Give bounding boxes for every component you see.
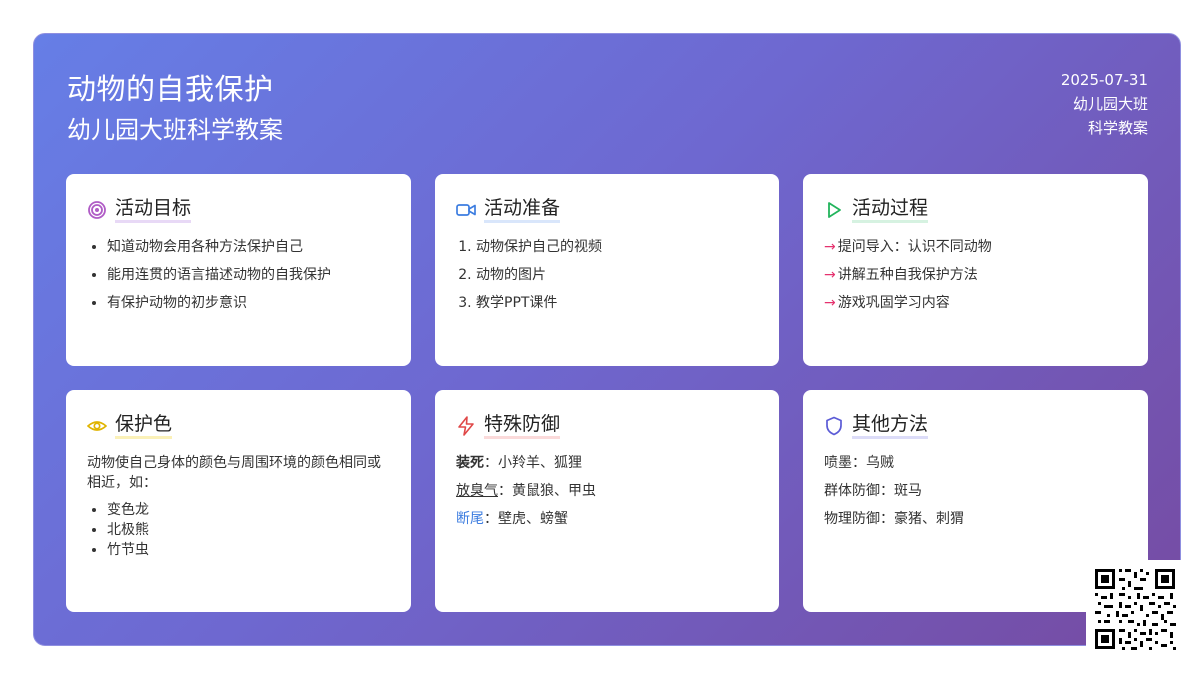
qr-code-icon <box>1086 560 1182 656</box>
header-meta: 2025-07-31 幼儿园大班 科学教案 <box>1061 68 1148 140</box>
card-goals-title: 活动目标 <box>115 196 192 223</box>
list-item: 变色龙 <box>107 500 391 520</box>
goals-list: 知道动物会用各种方法保护自己 能用连贯的语言描述动物的自我保护 有保护动物的初步… <box>87 237 391 313</box>
defense-row: 装死：小羚羊、狐狸 <box>456 455 582 471</box>
process-step: → 讲解五种自我保护方法 <box>824 267 978 283</box>
page-subtitle: 幼儿园大班科学教案 <box>67 116 283 144</box>
card-process-title: 活动过程 <box>852 196 929 223</box>
card-camouflage-title: 保护色 <box>115 412 173 439</box>
subject-label: 科学教案 <box>1087 119 1148 137</box>
camouflage-list: 变色龙 北极熊 竹节虫 <box>87 500 391 560</box>
shield-icon <box>824 416 844 436</box>
list-item: 能用连贯的语言描述动物的自我保护 <box>107 265 391 285</box>
card-defense: 特殊防御 装死：小羚羊、狐狸 放臭气：黄鼠狼、甲虫 断尾：壁虎、螃蟹 <box>435 390 779 612</box>
date-label: 2025-07-31 <box>1060 71 1148 89</box>
card-other-title: 其他方法 <box>852 412 929 439</box>
defense-row: 放臭气：黄鼠狼、甲虫 <box>456 483 596 499</box>
card-goals: 活动目标 知道动物会用各种方法保护自己 能用连贯的语言描述动物的自我保护 有保护… <box>66 174 411 366</box>
list-item: 动物的图片 <box>476 265 759 285</box>
card-prep: 活动准备 动物保护自己的视频 动物的图片 教学PPT课件 <box>435 174 779 366</box>
list-item: 北极熊 <box>107 520 391 540</box>
video-icon <box>456 200 476 220</box>
page-title: 动物的自我保护 <box>67 72 274 106</box>
list-item: 竹节虫 <box>107 540 391 560</box>
process-step: → 游戏巩固学习内容 <box>824 295 950 311</box>
other-row: 群体防御：斑马 <box>824 483 922 499</box>
play-icon <box>824 200 844 220</box>
card-prep-title: 活动准备 <box>484 196 561 223</box>
list-item: 教学PPT课件 <box>476 293 759 313</box>
prep-list: 动物保护自己的视频 动物的图片 教学PPT课件 <box>456 237 759 313</box>
list-item: 动物保护自己的视频 <box>476 237 759 257</box>
card-defense-title: 特殊防御 <box>484 412 561 439</box>
grade-label: 幼儿园大班 <box>1072 95 1148 113</box>
other-row: 物理防御：豪猪、刺猬 <box>824 511 964 527</box>
arrow-icon: → <box>824 239 836 255</box>
other-row: 喷墨：乌贼 <box>824 455 894 471</box>
arrow-icon: → <box>824 267 836 283</box>
lightning-icon <box>456 415 476 436</box>
camouflage-description: 动物使自己身体的颜色与周围环境的颜色相同或相近，如： <box>87 455 381 491</box>
target-icon <box>87 200 107 220</box>
eye-icon <box>87 416 107 436</box>
list-item: 有保护动物的初步意识 <box>107 293 391 313</box>
card-process: 活动过程 → 提问导入：认识不同动物 → 讲解五种自我保护方法 → 游戏巩固学习内容 <box>803 174 1148 366</box>
card-camouflage: 保护色 动物使自己身体的颜色与周围环境的颜色相同或相近，如： 变色龙 北极熊 竹… <box>66 390 411 612</box>
defense-row: 断尾：壁虎、螃蟹 <box>456 511 568 527</box>
process-step: → 提问导入：认识不同动物 <box>824 239 992 255</box>
list-item: 知道动物会用各种方法保护自己 <box>107 237 391 257</box>
arrow-icon: → <box>824 295 836 311</box>
